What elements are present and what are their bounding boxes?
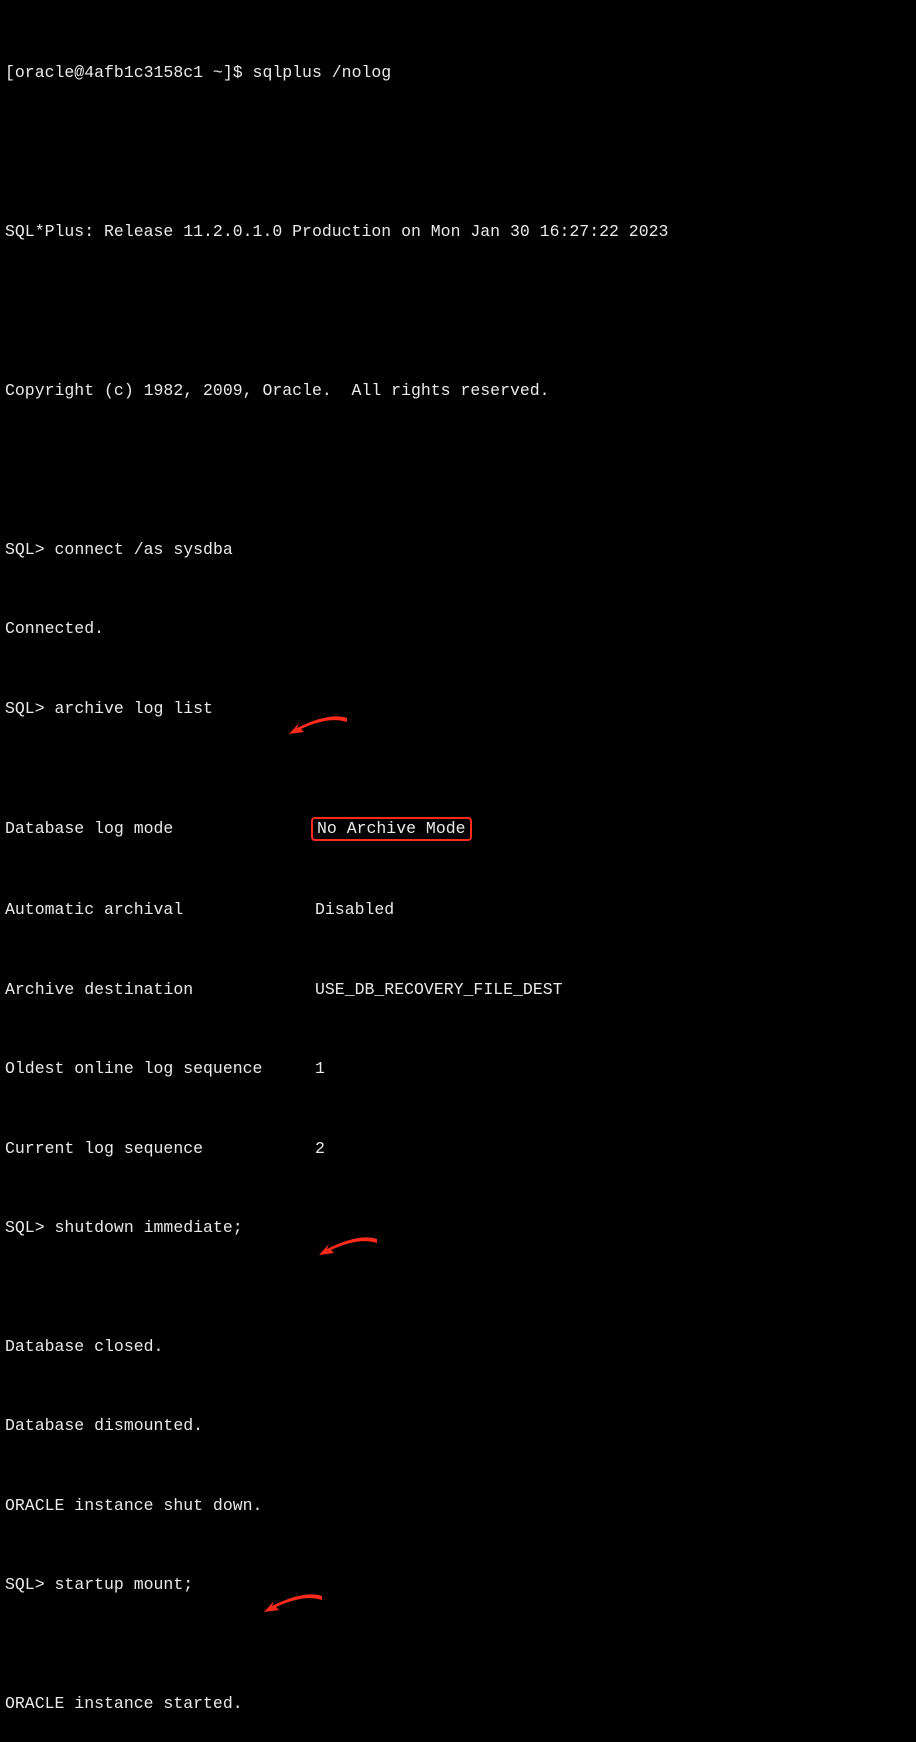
oldest-seq-label: Oldest online log sequence bbox=[5, 1059, 315, 1079]
sql-cmd-archiveloglist: archive log list bbox=[55, 699, 213, 718]
arch-dest-value: USE_DB_RECOVERY_FILE_DEST bbox=[315, 980, 563, 1000]
terminal[interactable]: [oracle@4afb1c3158c1 ~]$ sqlplus /nolog … bbox=[0, 0, 916, 1742]
db-dismounted-msg: Database dismounted. bbox=[5, 1416, 911, 1436]
kv-auto-archival: Automatic archivalDisabled bbox=[5, 900, 911, 920]
blank bbox=[5, 302, 911, 322]
kv-current-seq: Current log sequence2 bbox=[5, 1139, 911, 1159]
sql-cmd-shutdown: shutdown immediate; bbox=[55, 1218, 243, 1237]
ora-started-msg: ORACLE instance started. bbox=[5, 1694, 911, 1714]
sql-prompt: SQL> bbox=[5, 699, 55, 718]
sql-prompt: SQL> bbox=[5, 1575, 55, 1594]
oldest-seq-value: 1 bbox=[315, 1059, 325, 1079]
kv-log-mode: Database log modeNo Archive Mode bbox=[5, 817, 911, 841]
arrow-icon bbox=[205, 1572, 265, 1592]
sql-prompt: SQL> bbox=[5, 1218, 55, 1237]
arrow-icon bbox=[260, 1215, 320, 1235]
shell-prompt-line: [oracle@4afb1c3158c1 ~]$ sqlplus /nolog bbox=[5, 63, 911, 83]
blank bbox=[5, 460, 911, 480]
arch-dest-label: Archive destination bbox=[5, 980, 315, 1000]
kv-oldest-seq: Oldest online log sequence1 bbox=[5, 1059, 911, 1079]
auto-arch-label: Automatic archival bbox=[5, 900, 315, 920]
sqlplus-banner: SQL*Plus: Release 11.2.0.1.0 Production … bbox=[5, 222, 911, 242]
sql-line: SQL> connect /as sysdba bbox=[5, 540, 911, 560]
sql-cmd-startup-mount: startup mount; bbox=[55, 1575, 194, 1594]
auto-arch-value: Disabled bbox=[315, 900, 394, 920]
sql-prompt: SQL> bbox=[5, 540, 55, 559]
current-seq-value: 2 bbox=[315, 1139, 325, 1159]
arrow-icon bbox=[230, 695, 290, 715]
sql-cmd-connect: connect /as sysdba bbox=[55, 540, 233, 559]
sql-line: SQL> archive log list bbox=[5, 699, 911, 758]
copyright: Copyright (c) 1982, 2009, Oracle. All ri… bbox=[5, 381, 911, 401]
sql-line: SQL> shutdown immediate; bbox=[5, 1218, 911, 1277]
db-closed-msg: Database closed. bbox=[5, 1337, 911, 1357]
connected-msg: Connected. bbox=[5, 619, 911, 639]
log-mode-label: Database log mode bbox=[5, 819, 315, 839]
sql-line: SQL> startup mount; bbox=[5, 1575, 911, 1634]
shell-prompt: [oracle@4afb1c3158c1 ~]$ bbox=[5, 63, 253, 82]
shell-command: sqlplus /nolog bbox=[253, 63, 392, 82]
blank bbox=[5, 143, 911, 163]
kv-archive-dest: Archive destinationUSE_DB_RECOVERY_FILE_… bbox=[5, 980, 911, 1000]
ora-shutdown-msg: ORACLE instance shut down. bbox=[5, 1496, 911, 1516]
log-mode-value: No Archive Mode bbox=[311, 817, 472, 841]
current-seq-label: Current log sequence bbox=[5, 1139, 315, 1159]
